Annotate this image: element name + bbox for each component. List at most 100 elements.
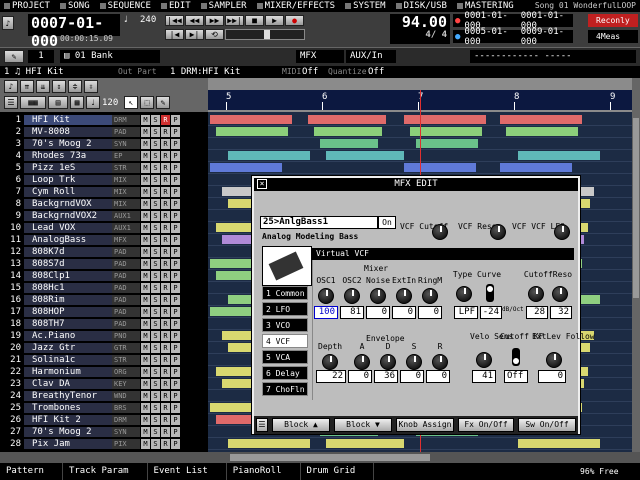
pattern-clip[interactable] [228,439,310,448]
pattern-clip[interactable] [216,127,288,136]
block-tab-2[interactable]: 2 LFO [262,302,308,316]
track-s-button[interactable]: S [151,439,160,449]
track-p-button[interactable]: P [171,211,180,221]
track-row[interactable]: 10 Lead VOX AUX1 M S R P [0,222,208,234]
velo-sens-knob[interactable] [476,352,492,368]
track-p-button[interactable]: P [171,415,180,425]
track-row[interactable]: 7 Cym Roll MIX M S R P [0,186,208,198]
track-p-button[interactable]: P [171,439,180,449]
track-m-button[interactable]: M [141,223,150,233]
track-lane[interactable] [208,438,634,450]
pattern-clip[interactable] [326,151,404,160]
forward-end-button[interactable]: ▶▶| [225,15,244,26]
grid-view-icon[interactable]: ▦▦ [20,96,46,109]
pattern-clip[interactable] [506,127,578,136]
mfx-fx-onoff-button[interactable]: Fx On/Off [458,418,514,432]
track-m-button[interactable]: M [141,283,150,293]
pattern-clip[interactable] [210,163,282,172]
track-r-button[interactable]: R [161,379,170,389]
pattern-clip[interactable] [404,115,486,124]
block-tab-1[interactable]: 1 Common [262,286,308,300]
track-p-button[interactable]: P [171,163,180,173]
current-track[interactable]: 1 ♫ HFI Kit [4,66,64,78]
env-d-knob[interactable] [380,354,396,370]
track-row[interactable]: 28 Pix Jam PIX M S R P [0,438,208,450]
block-view-icon[interactable]: ▤ [48,96,68,109]
track-s-button[interactable]: S [151,151,160,161]
track-r-button[interactable]: R [161,343,170,353]
track-name[interactable]: Harmonium [24,367,112,377]
track-s-button[interactable]: S [151,187,160,197]
track-r-button[interactable]: R [161,427,170,437]
track-name[interactable]: Solina1c [24,355,112,365]
track-s-button[interactable]: S [151,331,160,341]
track-name[interactable]: BreathyTenor [24,391,112,401]
track-r-button[interactable]: R [161,139,170,149]
track-s-button[interactable]: S [151,259,160,269]
track-r-button[interactable]: R [161,271,170,281]
track-p-button[interactable]: P [171,259,180,269]
track-m-button[interactable]: M [141,367,150,377]
track-row[interactable]: 20 Jazz Gtr GTR M S R P [0,342,208,354]
track-name[interactable]: Trombones [24,403,112,413]
quarter-note-icon[interactable]: ♩ [86,96,100,109]
track-name[interactable]: Clav DA [24,379,112,389]
track-m-button[interactable]: M [141,259,150,269]
track-lane[interactable] [208,138,634,150]
extlev-follow-knob[interactable] [546,352,562,368]
track-p-button[interactable]: P [171,187,180,197]
pattern-clip[interactable] [326,439,404,448]
track-p-button[interactable]: P [171,307,180,317]
track-r-button[interactable]: R [161,283,170,293]
track-m-button[interactable]: M [141,235,150,245]
cutoff-kf-switch[interactable] [512,348,520,366]
env-s-value[interactable]: 0 [400,370,424,383]
track-m-button[interactable]: M [141,187,150,197]
pattern-clip[interactable] [500,115,582,124]
vcf-reso-knob[interactable] [490,224,506,240]
track-name[interactable]: HFI Kit 2 [24,415,112,425]
track-s-button[interactable]: S [151,127,160,137]
select-icon[interactable]: ⬚ [140,96,154,109]
track-s-button[interactable]: S [151,163,160,173]
pattern-clip[interactable] [314,127,382,136]
menu-item-sequence[interactable]: SEQUENCE [96,0,157,12]
track-p-button[interactable]: P [171,367,180,377]
reso-value[interactable]: 32 [550,306,572,319]
track-m-button[interactable]: M [141,319,150,329]
track-s-button[interactable]: S [151,235,160,245]
cutoff-kf-value[interactable]: Off [504,370,528,383]
track-row[interactable]: 27 70's Moog 2 SYN M S R P [0,426,208,438]
env-r-value[interactable]: 0 [426,370,450,383]
track-r-button[interactable]: R [161,307,170,317]
cutoff-value[interactable]: 28 [526,306,548,319]
track-m-button[interactable]: M [141,439,150,449]
jump-icon[interactable]: ♪ [2,16,14,30]
track-name[interactable]: 808S7d [24,259,112,269]
record-button[interactable]: ● [285,15,304,26]
env-a-value[interactable]: 0 [348,370,372,383]
prev-marker-button[interactable]: |◀ [165,29,184,40]
track-lane[interactable] [208,126,634,138]
patch-select[interactable]: 25>AnlgBass1 [260,216,378,229]
track-name[interactable]: 808K7d [24,247,112,257]
track-row[interactable]: 9 BackgrndVOX2 AUX1 M S R P [0,210,208,222]
track-name[interactable]: Cym Roll [24,187,112,197]
tempo-display[interactable]: 94.00 4/ 4 [390,14,450,44]
track-s-button[interactable]: S [151,295,160,305]
forward-button[interactable]: ▶▶ [205,15,224,26]
track-lane[interactable] [208,114,634,126]
track-s-button[interactable]: S [151,307,160,317]
mixer-ringm-knob[interactable] [422,288,438,304]
mfx-knob-assign-button[interactable]: Knob Assign [396,418,454,432]
menu-item-system[interactable]: SYSTEM [341,0,392,12]
track-r-button[interactable]: R [161,127,170,137]
locator-row-1[interactable]: ● 0001-01-000 0001-01-000 [453,11,573,31]
track-row[interactable]: 26 HFI Kit 2 DRM M S R P [0,414,208,426]
track-row[interactable]: 3 70's Moog 2 SYN M S R P [0,138,208,150]
menu-item-project[interactable]: PROJECT [0,0,56,12]
mfx-sw-onoff-button[interactable]: Sw On/Off [518,418,576,432]
track-p-button[interactable]: P [171,319,180,329]
track-s-button[interactable]: S [151,139,160,149]
status-tab-drumgrid[interactable]: Drum Grid [301,463,375,480]
